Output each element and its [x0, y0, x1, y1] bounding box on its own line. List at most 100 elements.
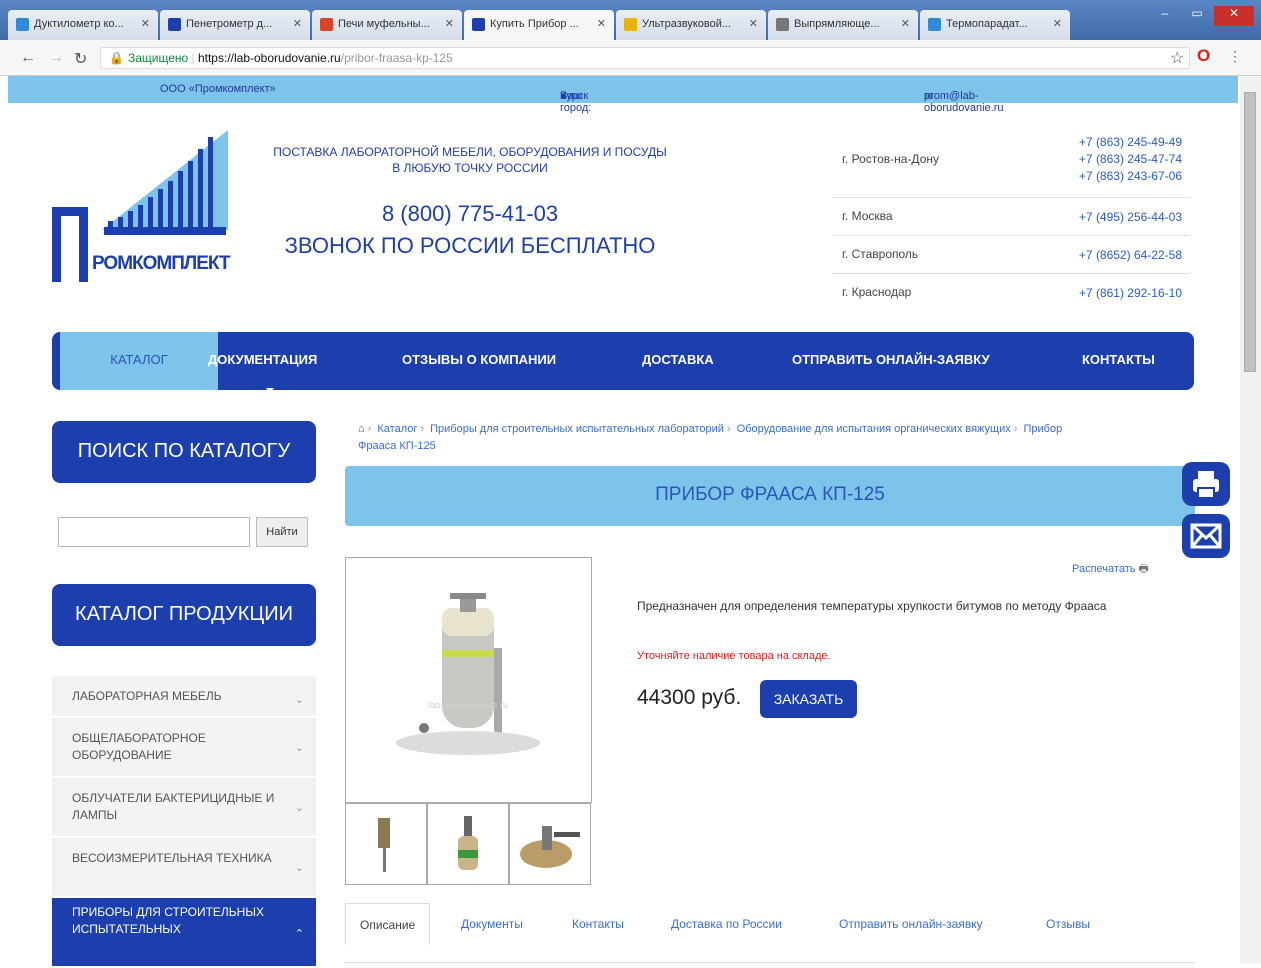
breadcrumb-link[interactable]: Приборы для строительных испытательных л…	[430, 423, 724, 435]
catalog-heading: КАТАЛОГ ПРОДУКЦИИ	[52, 584, 316, 646]
contact-phone[interactable]: +7 (863) 243-67-06	[1079, 168, 1182, 185]
nav-item-online-request[interactable]: ОТПРАВИТЬ ОНЛАЙН-ЗАЯВКУ	[792, 352, 990, 367]
close-icon[interactable]: ✕	[1053, 17, 1062, 30]
thumbnail-photo	[458, 816, 478, 870]
category-label: ВЕСОИЗМЕРИТЕЛЬНАЯ ТЕХНИКА	[72, 851, 272, 865]
envelope-icon	[1190, 523, 1222, 549]
minimize-icon[interactable]: –	[1150, 6, 1180, 26]
category-item[interactable]: ОБЛУЧАТЕЛИ БАКТЕРИЦИДНЫЕ И ЛАМПЫ ⌄	[52, 778, 316, 838]
thumbnail-photo	[378, 818, 390, 872]
page-scrollbar[interactable]	[1240, 76, 1261, 963]
nav-item-documentation[interactable]: ДОКУМЕНТАЦИЯ	[208, 352, 317, 367]
email-fab-button[interactable]	[1182, 514, 1230, 558]
nav-item-catalog[interactable]: КАТАЛОГ	[60, 332, 218, 390]
print-label: Распечатать	[1072, 563, 1136, 575]
forward-arrow-icon[interactable]: →	[48, 49, 64, 67]
product-main-image[interactable]: lab-oborudovanie.ru	[345, 557, 592, 803]
category-label: ОБЛУЧАТЕЛИ БАКТЕРИЦИДНЫЕ И ЛАМПЫ	[72, 791, 275, 822]
favicon-icon	[776, 18, 789, 31]
browser-tab[interactable]: Термопарадат... ✕	[920, 10, 1070, 40]
contact-phone[interactable]: +7 (863) 245-47-74	[1079, 151, 1182, 168]
tab-description[interactable]: Описание	[345, 903, 431, 945]
close-icon[interactable]: ✕	[141, 17, 150, 30]
url-host: https://lab-oborudovanie.ru	[197, 51, 341, 65]
browser-tab[interactable]: Печи муфельны... ✕	[312, 10, 462, 40]
product-price: 44300 руб.	[637, 686, 742, 709]
product-photo: lab-oborudovanie.ru	[396, 593, 540, 755]
favicon-icon	[472, 18, 485, 31]
regional-contacts: г. Ростов-на-Дону +7 (863) 245-49-49 +7 …	[832, 130, 1190, 312]
email-text: prom@lab-oborudovanie.ru	[924, 90, 1004, 114]
menu-icon[interactable]: ⋮	[1228, 48, 1242, 65]
city-value[interactable]: Курск	[560, 90, 588, 102]
contact-city: г. Москва	[842, 209, 893, 223]
search-input[interactable]	[58, 517, 250, 547]
tab-online-request[interactable]: Отправить онлайн-заявку	[839, 903, 983, 945]
nav-item-contacts[interactable]: КОНТАКТЫ	[1082, 352, 1155, 367]
chevron-down-icon: ⌄	[294, 802, 304, 814]
browser-tab[interactable]: Дуктилометр ко... ✕	[8, 10, 158, 40]
thumbnail[interactable]	[509, 803, 591, 885]
back-arrow-icon[interactable]: ←	[20, 49, 36, 67]
category-item[interactable]: ОБЩЕЛАБОРАТОРНОЕ ОБОРУДОВАНИЕ ⌄	[52, 718, 316, 778]
window-close-icon[interactable]: ✕	[1214, 6, 1254, 26]
secure-label: Защищено	[127, 51, 189, 65]
tab-reviews[interactable]: Отзывы	[1046, 903, 1090, 945]
header-phone-note: ЗВОНОК ПО РОССИИ БЕСПЛАТНО	[284, 233, 656, 258]
close-icon[interactable]: ✕	[293, 17, 302, 30]
contact-phone[interactable]: +7 (863) 245-49-49	[1079, 134, 1182, 151]
print-fab-button[interactable]	[1182, 462, 1230, 506]
browser-tab[interactable]: Выпрямляюще... ✕	[768, 10, 918, 40]
search-button[interactable]: Найти	[256, 517, 308, 547]
site-logo[interactable]: РОМКОМПЛЕКТ	[52, 125, 232, 285]
browser-tab[interactable]: Ультразвуковой... ✕	[616, 10, 766, 40]
contact-row: г. Краснодар +7 (861) 292-16-10	[832, 274, 1190, 312]
contact-phone[interactable]: +7 (8652) 64-22-58	[1079, 247, 1182, 264]
favicon-icon	[16, 18, 29, 31]
breadcrumb-link[interactable]: Каталог	[377, 423, 417, 435]
tab-contacts[interactable]: Контакты	[572, 903, 624, 945]
reload-icon[interactable]: ↻	[74, 49, 87, 69]
close-icon[interactable]: ✕	[749, 17, 758, 30]
contact-city: г. Ростов-на-Дону	[842, 152, 939, 166]
order-button[interactable]: ЗАКАЗАТЬ	[760, 680, 857, 718]
tab-delivery[interactable]: Доставка по России	[671, 903, 782, 945]
maximize-icon[interactable]: ▭	[1182, 6, 1212, 26]
close-icon[interactable]: ✕	[597, 17, 606, 30]
contact-row: г. Москва +7 (495) 256-44-03	[832, 198, 1190, 236]
favicon-icon	[320, 18, 333, 31]
thumbnail[interactable]	[427, 803, 509, 885]
category-item[interactable]: ЛАБОРАТОРНАЯ МЕБЕЛЬ ⌄	[52, 676, 316, 718]
browser-tab[interactable]: Пенетрометр д... ✕	[160, 10, 310, 40]
bookmark-star-icon[interactable]: ☆	[1170, 48, 1184, 68]
category-list: ЛАБОРАТОРНАЯ МЕБЕЛЬ ⌄ ОБЩЕЛАБОРАТОРНОЕ О…	[52, 676, 316, 968]
dropdown-caret-icon	[266, 388, 274, 393]
favicon-icon	[168, 18, 181, 31]
product-tabs: Описание Документы Контакты Доставка по …	[345, 903, 1195, 963]
tab-documents[interactable]: Документы	[461, 903, 523, 945]
site-info-bar: ООО «Промкомплект» ● Ваш город: Курск ✉ …	[8, 76, 1238, 114]
breadcrumb-link[interactable]: Оборудование для испытания органических …	[737, 423, 1011, 435]
print-link[interactable]: Распечатать 🖶	[1072, 560, 1149, 579]
contact-phone[interactable]: +7 (495) 256-44-03	[1079, 209, 1182, 226]
nav-item-reviews[interactable]: ОТЗЫВЫ О КОМПАНИИ	[402, 352, 556, 367]
contact-city: г. Краснодар	[842, 285, 912, 299]
contact-phone[interactable]: +7 (861) 292-16-10	[1079, 285, 1182, 302]
thumbnail[interactable]	[345, 803, 427, 885]
opera-icon[interactable]: O	[1197, 46, 1210, 66]
thumbnail-strip	[345, 803, 592, 885]
home-icon[interactable]: ⌂	[358, 423, 365, 435]
header-phone[interactable]: 8 (800) 775-41-03	[270, 201, 670, 227]
close-icon[interactable]: ✕	[901, 17, 910, 30]
tab-title: Пенетрометр д...	[186, 18, 273, 30]
url-field[interactable]: 🔒 Защищено | https://lab-oborudovanie.ru/…	[100, 47, 1190, 69]
category-item-active[interactable]: ПРИБОРЫ ДЛЯ СТРОИТЕЛЬНЫХ ИСПЫТАТЕЛЬНЫХ ⌃	[52, 898, 316, 968]
tab-title: Ультразвуковой...	[642, 18, 732, 30]
browser-tab-active[interactable]: Купить Прибор ... ✕	[464, 10, 614, 41]
close-icon[interactable]: ✕	[445, 17, 454, 30]
scrollbar-thumb[interactable]	[1244, 92, 1256, 372]
watermark: lab-oborudovanie.ru	[428, 700, 508, 710]
tab-title: Выпрямляюще...	[794, 18, 880, 30]
nav-item-delivery[interactable]: ДОСТАВКА	[642, 352, 714, 367]
category-item[interactable]: ВЕСОИЗМЕРИТЕЛЬНАЯ ТЕХНИКА ⌄	[52, 838, 316, 898]
